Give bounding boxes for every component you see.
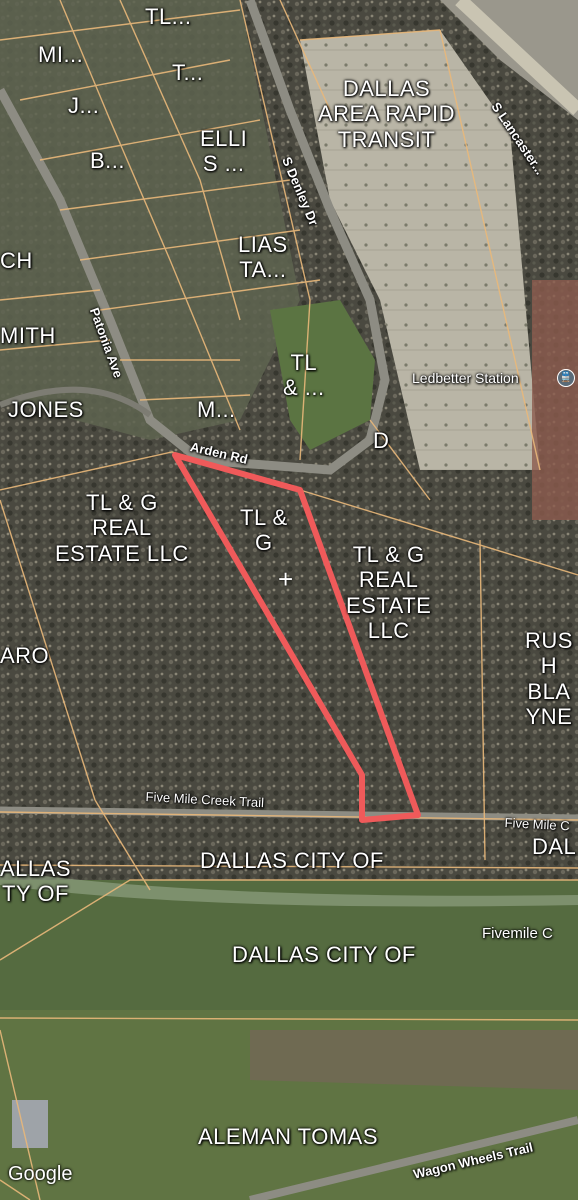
parcel-label-jones[interactable]: JONES xyxy=(8,397,84,422)
parcel-label-ch[interactable]: CH xyxy=(0,248,33,273)
parcel-label-t[interactable]: T... xyxy=(172,60,203,85)
parcel-label-aro[interactable]: ARO xyxy=(0,643,49,668)
parcel-label-m[interactable]: M... xyxy=(197,397,236,422)
parcel-label-dallas-city-2[interactable]: DALLAS CITY OF xyxy=(232,942,416,967)
parcel-label-tl-amp[interactable]: TL & ... xyxy=(283,350,325,401)
parcel-label-b[interactable]: B... xyxy=(90,148,125,173)
map-view[interactable]: TL... MI... T... J... ELLI S ... B... DA… xyxy=(0,0,578,1200)
water-label-fivemile-c: Fivemile C xyxy=(482,925,553,942)
parcel-label-tlg-selected[interactable]: TL & G xyxy=(240,505,288,556)
poi-label-ledbetter-station[interactable]: Ledbetter Station xyxy=(412,370,519,386)
google-logo: Google xyxy=(8,1163,73,1185)
parcel-label-dart[interactable]: DALLAS AREA RAPID TRANSIT xyxy=(318,76,455,152)
parcel-label-d[interactable]: D xyxy=(373,428,389,453)
parcel-label-aleman[interactable]: ALEMAN TOMAS xyxy=(198,1124,378,1149)
train-icon[interactable]: 🚆 xyxy=(557,369,575,387)
parcel-label-j[interactable]: J... xyxy=(68,93,99,118)
parcel-label-ellis[interactable]: ELLI S ... xyxy=(200,126,247,177)
parcel-label-rush[interactable]: RUS H BLA YNE xyxy=(525,628,573,729)
parcel-label-tl-top[interactable]: TL... xyxy=(145,4,192,29)
parcel-label-dallas-left[interactable]: ALLAS TY OF xyxy=(0,856,71,907)
parcel-label-mi[interactable]: MI... xyxy=(38,42,83,67)
parcel-label-tlg-left[interactable]: TL & G REAL ESTATE LLC xyxy=(55,490,189,566)
parcel-label-dallas-city-1[interactable]: DALLAS CITY OF xyxy=(200,848,384,873)
parcel-label-lias[interactable]: LIAS TA... xyxy=(238,232,288,283)
parcel-label-tlg-right[interactable]: TL & G REAL ESTATE LLC xyxy=(346,542,431,643)
parcel-label-dal-right[interactable]: DAL xyxy=(532,834,576,859)
parcel-label-mith[interactable]: MITH xyxy=(0,323,56,348)
crosshair-icon: + xyxy=(278,564,294,594)
